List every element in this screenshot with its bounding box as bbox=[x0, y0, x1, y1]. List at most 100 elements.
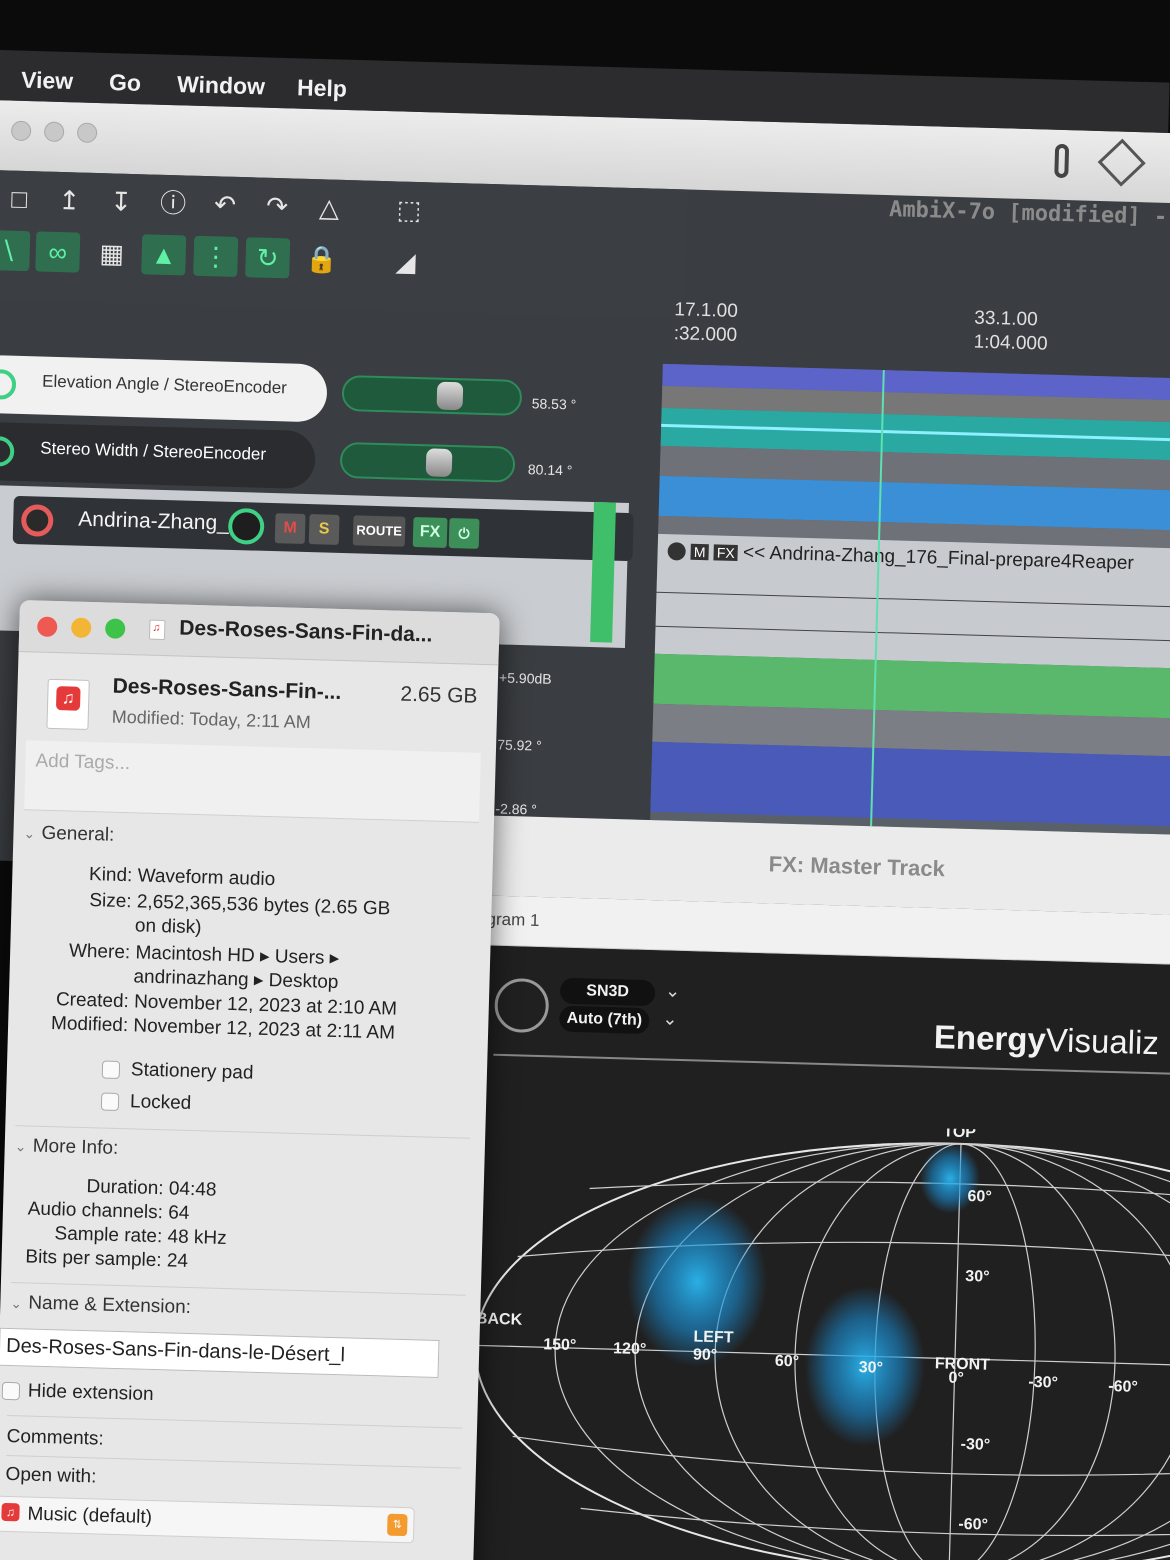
bits-key: Bits per sample: bbox=[25, 1246, 162, 1272]
zoom-light[interactable] bbox=[76, 122, 98, 143]
envelope-line[interactable] bbox=[661, 423, 1170, 442]
size-value: 2,652,365,536 bytes (2.65 GB bbox=[136, 891, 391, 920]
loop-icon[interactable]: ↻ bbox=[245, 237, 291, 279]
grid-icon[interactable]: ▦ bbox=[89, 233, 134, 274]
more-info-section-header[interactable]: ⌄ More Info: bbox=[14, 1135, 119, 1160]
tags-field[interactable]: Add Tags... bbox=[24, 740, 481, 823]
kind-key: Kind: bbox=[88, 864, 133, 887]
slider-knob[interactable] bbox=[436, 381, 464, 411]
energy-visualizer-plugin: SN3D Auto (7th) ⌄ ⌄ EnergyVisualiz TOP B… bbox=[448, 944, 1170, 1560]
size-value-2: on disk) bbox=[134, 915, 202, 939]
ruler-bar-right: 33.1.00 bbox=[974, 307, 1038, 331]
track-name-bar[interactable]: Andrina-Zhang_ M S ROUTE FX ⏻ bbox=[12, 495, 634, 562]
metronome-icon[interactable]: △ bbox=[307, 187, 352, 228]
open-with-app: Music (default) bbox=[27, 1503, 153, 1529]
sample-rate-value: 48 kHz bbox=[167, 1226, 227, 1250]
menu-view[interactable]: View bbox=[21, 67, 74, 95]
fx-button[interactable]: FX bbox=[412, 516, 448, 548]
item-fx[interactable]: FX bbox=[713, 544, 738, 562]
waveform-line bbox=[656, 591, 1170, 608]
fx-bypass-icon[interactable]: ⏻ bbox=[448, 517, 480, 549]
open-project-icon[interactable]: ↥ bbox=[47, 180, 92, 221]
where-value: Macintosh HD ▸ Users ▸ bbox=[135, 942, 340, 970]
record-arm-icon[interactable] bbox=[20, 504, 54, 537]
screen-photo: View Go Window Help AmbiX-7o [modified] … bbox=[0, 0, 1170, 1560]
envelope-arm-icon[interactable] bbox=[0, 435, 15, 467]
elevation-slider[interactable] bbox=[341, 374, 523, 416]
normalization-select[interactable]: SN3D bbox=[559, 977, 656, 1007]
name-extension-section-header[interactable]: ⌄ Name & Extension: bbox=[10, 1292, 191, 1319]
menu-window[interactable]: Window bbox=[177, 71, 266, 100]
label-back: BACK bbox=[476, 1310, 523, 1328]
close-light[interactable] bbox=[10, 120, 32, 142]
track-name[interactable]: Andrina-Zhang_ bbox=[78, 508, 229, 536]
arrange-view[interactable]: M FX << Andrina-Zhang_176_Final-prepare4… bbox=[648, 363, 1170, 894]
chevron-down-icon[interactable]: ⌄ bbox=[10, 1295, 28, 1312]
popup-arrows-icon[interactable]: ⇅ bbox=[387, 1513, 408, 1537]
size-key: Size: bbox=[89, 890, 132, 913]
grid-lines-icon[interactable]: ⋮ bbox=[193, 235, 239, 277]
solo-button[interactable]: S bbox=[308, 514, 340, 545]
open-with-select[interactable]: ♫ Music (default) ⇅ bbox=[0, 1495, 415, 1544]
ruler-time-right: 1:04.000 bbox=[973, 331, 1048, 355]
waveform-line bbox=[655, 625, 1170, 642]
item-lock-icon[interactable] bbox=[667, 542, 686, 561]
slider-knob[interactable] bbox=[425, 448, 453, 478]
lat-minus-60: -60° bbox=[958, 1516, 988, 1534]
chevron-down-icon[interactable]: ⌄ bbox=[662, 1008, 678, 1029]
new-project-icon[interactable]: □ bbox=[0, 178, 42, 219]
minimize-button[interactable] bbox=[70, 617, 92, 638]
marquee-select-icon[interactable]: ⬚ bbox=[387, 189, 432, 230]
energy-globe: TOP BACK LEFT FRONT 60° 30° -30° -60° 15… bbox=[469, 1115, 1170, 1560]
close-button[interactable] bbox=[36, 616, 58, 638]
locked-checkbox[interactable] bbox=[100, 1092, 120, 1111]
lat-30: 30° bbox=[965, 1268, 990, 1286]
chevron-down-icon[interactable]: ⌄ bbox=[14, 1138, 32, 1155]
file-name-field[interactable]: Des-Roses-Sans-Fin-dans-le-Désert_l bbox=[0, 1327, 440, 1378]
item-edit-icon[interactable]: ◢ bbox=[383, 241, 428, 282]
menu-help[interactable]: Help bbox=[297, 74, 348, 102]
reaper-toolbar: □ ↥ ↧ ⓘ ↶ ↷ △ ⬚ ∖ ∞ ▦ ▲ ⋮ ↻ 🔒 ◢ bbox=[0, 169, 688, 320]
envelope-row-width[interactable]: Stereo Width / StereoEncoder bbox=[0, 421, 316, 490]
bits-value: 24 bbox=[166, 1250, 189, 1272]
media-item[interactable]: M FX << Andrina-Zhang_176_Final-prepare4… bbox=[654, 533, 1170, 669]
stationery-checkbox[interactable] bbox=[101, 1060, 121, 1079]
snap-icon[interactable]: ▲ bbox=[141, 234, 187, 276]
mute-button[interactable]: M bbox=[274, 513, 306, 544]
open-with-header[interactable]: Open with: bbox=[5, 1464, 96, 1489]
chevron-down-icon[interactable]: ⌄ bbox=[23, 825, 41, 842]
redo-icon[interactable]: ↷ bbox=[255, 185, 300, 226]
minimize-light[interactable] bbox=[43, 121, 65, 143]
save-project-icon[interactable]: ↧ bbox=[99, 181, 144, 222]
name-extension-heading: Name & Extension: bbox=[28, 1292, 192, 1319]
general-heading: General: bbox=[41, 822, 115, 846]
lon-120: 120° bbox=[613, 1340, 647, 1358]
hide-extension-label: Hide extension bbox=[27, 1380, 154, 1406]
envelope-row-elevation[interactable]: Elevation Angle / StereoEncoder bbox=[0, 354, 328, 423]
ruler-time-left: :32.000 bbox=[673, 323, 738, 346]
duration-value: 04:48 bbox=[168, 1178, 217, 1201]
undo-icon[interactable]: ↶ bbox=[203, 184, 248, 225]
info-icon[interactable]: ⓘ bbox=[151, 183, 196, 224]
plugin-title: EnergyVisualiz bbox=[933, 1018, 1159, 1062]
general-section-header[interactable]: ⌄ General: bbox=[23, 822, 114, 847]
route-button[interactable]: ROUTE bbox=[352, 515, 406, 547]
hide-extension-checkbox[interactable] bbox=[1, 1381, 21, 1401]
volume-knob[interactable] bbox=[227, 507, 265, 545]
link-icon[interactable]: ∞ bbox=[35, 231, 81, 273]
ripple-edit-icon[interactable]: ∖ bbox=[0, 229, 31, 272]
envelope-arm-icon[interactable] bbox=[0, 369, 17, 400]
lock-icon[interactable]: 🔒 bbox=[299, 239, 344, 280]
width-slider[interactable] bbox=[339, 441, 516, 483]
menu-go[interactable]: Go bbox=[109, 69, 142, 97]
comments-header[interactable]: Comments: bbox=[6, 1426, 104, 1451]
divider bbox=[7, 1414, 463, 1429]
item-label: << Andrina-Zhang_176_Final-prepare4Reape… bbox=[742, 542, 1135, 575]
hammer-projection: TOP BACK LEFT FRONT 60° 30° -30° -60° 15… bbox=[474, 1123, 1170, 1560]
track-angle-value: 75.92 ° bbox=[496, 736, 542, 754]
item-mute[interactable]: M bbox=[690, 543, 709, 561]
zoom-button[interactable] bbox=[104, 618, 126, 639]
track-volume-value: +5.90dB bbox=[498, 669, 552, 687]
order-select[interactable]: Auto (7th) bbox=[558, 1005, 650, 1035]
chevron-down-icon[interactable]: ⌄ bbox=[665, 981, 681, 1002]
